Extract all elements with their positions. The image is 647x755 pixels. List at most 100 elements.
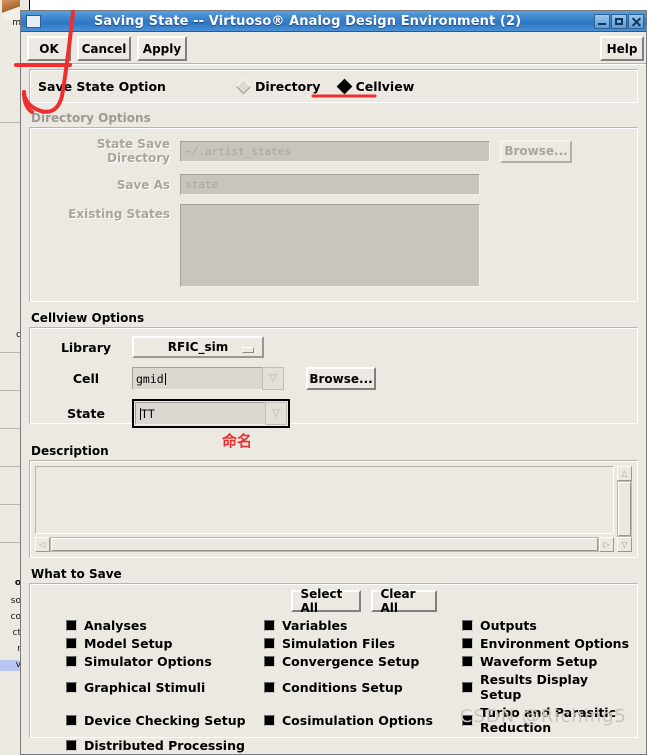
save-state-option-radios: Directory Cellview: [235, 78, 415, 94]
dialog-action-bar: OK Cancel Apply Help: [21, 32, 646, 65]
scroll-right-icon[interactable]: ▷: [599, 537, 614, 552]
cell-input[interactable]: gmid: [132, 367, 262, 390]
checkbox-results-display-setup[interactable]: Results Display Setup: [462, 672, 629, 702]
clear-all-button[interactable]: Clear All: [370, 587, 437, 615]
description-label: Description: [31, 444, 109, 458]
checkbox-simulation-files[interactable]: Simulation Files: [264, 636, 462, 651]
state-combobox[interactable]: TT ▽: [135, 402, 287, 425]
scroll-down-icon[interactable]: ▽: [617, 537, 632, 552]
checkbox-icon: [66, 620, 77, 631]
radio-diamond-icon: [336, 78, 352, 94]
state-save-directory-input[interactable]: ~/.artist_states: [180, 140, 490, 162]
description-hscrollbar[interactable]: ◁ ▷: [35, 537, 614, 552]
hscroll-trough[interactable]: [50, 537, 599, 552]
radio-diamond-icon: [235, 78, 252, 94]
checkbox-icon: [66, 740, 77, 751]
checkbox-variables[interactable]: Variables: [264, 618, 462, 633]
background-divider: [0, 504, 22, 505]
checkbox-icon: [264, 656, 275, 667]
checkbox-icon: [66, 638, 77, 649]
checkbox-convergence-setup[interactable]: Convergence Setup: [264, 654, 462, 669]
checkbox-icon: [66, 656, 77, 667]
background-text: c: [16, 330, 21, 340]
state-save-directory-row: State Save Directory ~/.artist_states Br…: [40, 137, 627, 165]
screen: m c o so co ct r v Saving State -- Virtu…: [0, 0, 647, 755]
background-divider: [0, 122, 22, 123]
radio-cellview-label: Cellview: [355, 78, 415, 94]
checkbox-environment-options[interactable]: Environment Options: [462, 636, 629, 651]
checkbox-icon: [462, 681, 473, 693]
checkbox-icon: [264, 714, 275, 726]
dialog-body: Save State Option Directory Cellview Dir…: [21, 69, 646, 753]
what-to-save-section: Select All Clear All Analyses Variables …: [29, 583, 638, 753]
chevron-down-icon[interactable]: ▽: [265, 402, 287, 425]
saving-state-dialog: Saving State -- Virtuoso® Analog Design …: [20, 10, 647, 755]
description-main: ◁ ▷: [35, 466, 614, 552]
checkbox-simulator-options[interactable]: Simulator Options: [66, 654, 264, 669]
chevron-down-icon[interactable]: ▽: [262, 367, 284, 390]
text-caret-icon: [164, 372, 166, 385]
library-option-menu[interactable]: RFIC_sim: [132, 336, 264, 358]
cell-browse-button[interactable]: Browse...: [306, 367, 376, 390]
toolbar-separator: [21, 63, 646, 65]
checkbox-conditions-setup[interactable]: Conditions Setup: [264, 672, 462, 702]
checkbox-cosimulation-options[interactable]: Cosimulation Options: [264, 705, 462, 735]
save-state-option-section: Save State Option Directory Cellview: [29, 69, 638, 103]
maximize-icon[interactable]: [611, 13, 627, 29]
watermark: CSDN @Riching5: [459, 706, 627, 727]
library-value: RFIC_sim: [167, 340, 229, 354]
grid-spacer: [264, 738, 462, 753]
save-state-option-label: Save State Option: [38, 78, 166, 94]
cellview-options-section: Library RFIC_sim Cell gmid ▽ Browse... S…: [29, 327, 638, 428]
description-scrolled-area: ◁ ▷ △ ▽: [35, 466, 632, 552]
state-row: State TT ▽: [40, 399, 627, 428]
background-divider: [0, 542, 22, 543]
existing-states-row: Existing States: [40, 204, 627, 287]
radio-directory-label: Directory: [254, 78, 321, 94]
checkbox-device-checking-setup[interactable]: Device Checking Setup: [66, 705, 264, 735]
directory-browse-button[interactable]: Browse...: [500, 139, 572, 163]
apply-button[interactable]: Apply: [137, 36, 187, 61]
select-all-button[interactable]: Select All: [290, 587, 361, 615]
background-divider: [0, 390, 22, 391]
checkbox-analyses[interactable]: Analyses: [66, 618, 264, 633]
annotation-chinese-note: 命名: [222, 432, 253, 450]
background-divider: [0, 352, 22, 353]
save-as-input[interactable]: state: [180, 174, 480, 195]
checkbox-graphical-stimuli[interactable]: Graphical Stimuli: [66, 672, 264, 702]
cell-row: Cell gmid ▽ Browse...: [40, 367, 627, 390]
radio-cellview[interactable]: Cellview: [336, 78, 415, 94]
cell-label: Cell: [72, 371, 100, 386]
scroll-left-icon[interactable]: ◁: [35, 537, 50, 552]
help-button[interactable]: Help: [600, 36, 644, 61]
cancel-button[interactable]: Cancel: [77, 36, 131, 61]
description-input[interactable]: [35, 466, 614, 534]
checkbox-distributed-processing[interactable]: Distributed Processing: [66, 738, 264, 753]
title-bar[interactable]: Saving State -- Virtuoso® Analog Design …: [21, 11, 646, 32]
description-vscrollbar[interactable]: △ ▽: [617, 466, 632, 552]
vscroll-trough[interactable]: [617, 481, 632, 537]
window-title: Saving State -- Virtuoso® Analog Design …: [93, 13, 522, 29]
radio-directory[interactable]: Directory: [235, 78, 321, 94]
minimize-icon[interactable]: [594, 13, 610, 29]
background-text: so: [10, 596, 21, 606]
background-divider: [0, 428, 22, 429]
existing-states-listbox[interactable]: [180, 204, 480, 287]
option-menu-indicator-icon: [242, 347, 254, 353]
library-row: Library RFIC_sim: [40, 336, 627, 358]
close-icon[interactable]: [628, 13, 644, 29]
cell-combobox[interactable]: gmid ▽: [132, 367, 284, 390]
checkbox-outputs[interactable]: Outputs: [462, 618, 629, 633]
checkbox-icon: [264, 620, 275, 631]
ok-button[interactable]: OK: [27, 36, 71, 61]
checkbox-icon: [66, 681, 77, 693]
cellview-options-label: Cellview Options: [31, 311, 145, 325]
save-as-row: Save As state: [40, 174, 627, 195]
checkbox-waveform-setup[interactable]: Waveform Setup: [462, 654, 629, 669]
scroll-up-icon[interactable]: △: [617, 466, 632, 481]
window-controls: [594, 13, 644, 29]
state-input[interactable]: TT: [135, 402, 265, 425]
checkbox-model-setup[interactable]: Model Setup: [66, 636, 264, 651]
background-divider: [0, 466, 22, 467]
save-as-label: Save As: [116, 177, 170, 192]
